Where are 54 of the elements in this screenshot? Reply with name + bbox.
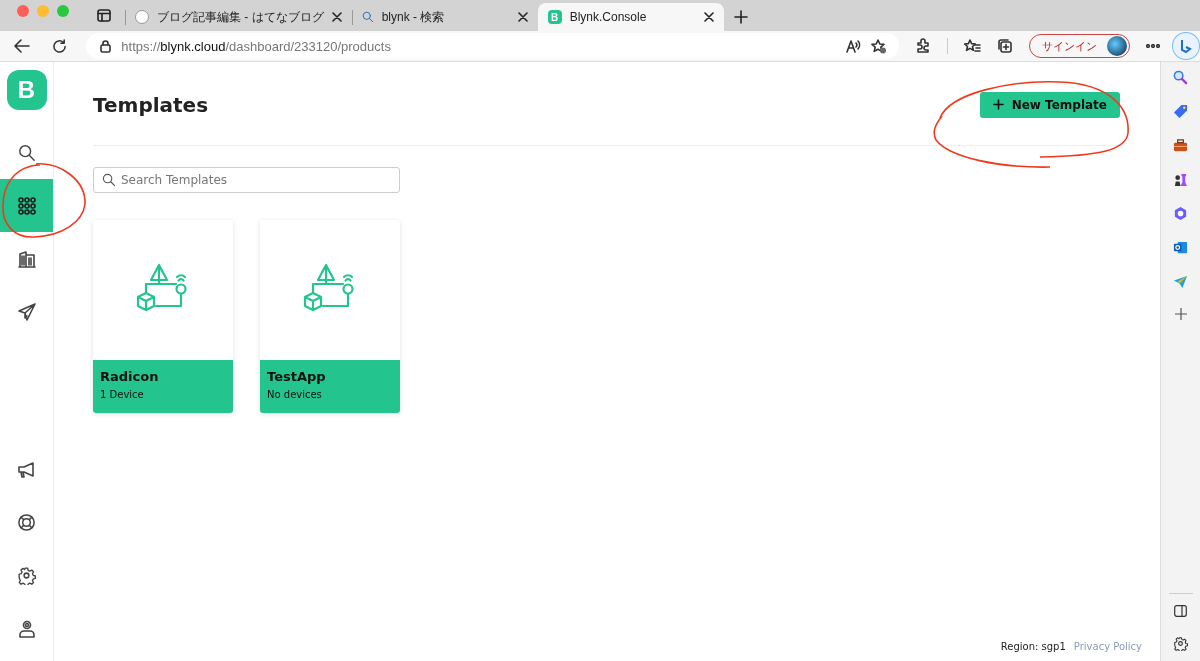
search-icon xyxy=(102,173,116,187)
building-icon xyxy=(17,249,36,268)
add-favorite-icon xyxy=(871,38,888,54)
plus-icon xyxy=(992,99,1004,110)
nav-item[interactable] xyxy=(0,179,53,232)
sidebar-panel-icon[interactable] xyxy=(1174,605,1187,617)
search-icon xyxy=(17,143,36,162)
browser-tab[interactable]: ブログ記事編集 - はてなブログ xyxy=(125,3,352,31)
megaphone-icon xyxy=(16,460,37,479)
more-icon xyxy=(1146,44,1161,48)
favorites-icon xyxy=(964,38,982,54)
add-icon[interactable] xyxy=(1174,308,1187,320)
toolbox-icon[interactable] xyxy=(1173,138,1188,153)
template-card[interactable]: TestApp No devices xyxy=(260,220,400,413)
extensions-icon xyxy=(915,38,932,54)
close-icon xyxy=(517,12,528,22)
avatar-icon xyxy=(1107,36,1128,56)
new-tab-icon xyxy=(733,10,748,24)
close-icon xyxy=(331,12,342,22)
site-favicon-icon: B xyxy=(547,10,562,24)
hexagon-app-icon[interactable] xyxy=(1173,206,1188,221)
new-template-button[interactable]: New Template xyxy=(979,91,1120,118)
copilot-icon[interactable] xyxy=(1172,32,1200,60)
browser-tab[interactable]: blynk - 検索 xyxy=(351,3,538,31)
read-aloud-icon xyxy=(846,39,862,53)
close-icon xyxy=(703,12,714,22)
back-icon xyxy=(13,39,30,53)
region-label: Region: sgp1 xyxy=(1000,641,1066,652)
gear-icon xyxy=(17,566,36,585)
template-name: Radicon xyxy=(100,369,160,384)
lifebuoy-icon xyxy=(17,513,36,532)
template-card[interactable]: Radicon 1 Device xyxy=(93,220,233,413)
search-icon xyxy=(361,11,374,23)
page-title: Templates xyxy=(93,92,209,117)
collections-icon xyxy=(997,38,1014,54)
paper-plane-icon[interactable] xyxy=(1173,274,1188,289)
address-bar[interactable]: https://blynk.cloud/dashboard/233120/products xyxy=(86,33,900,59)
search-field[interactable]: Search Templates xyxy=(93,167,400,193)
chess-pieces-icon[interactable] xyxy=(1173,172,1188,187)
search-icon[interactable] xyxy=(1173,70,1188,85)
mail-app-icon[interactable] xyxy=(1173,240,1188,255)
lock-icon xyxy=(100,39,112,53)
user-icon xyxy=(17,619,36,638)
grid-icon xyxy=(17,196,36,215)
reload-icon xyxy=(52,38,67,54)
settings-icon xyxy=(1173,636,1188,651)
paper-plane-icon xyxy=(16,301,37,322)
tag-icon[interactable] xyxy=(1173,104,1188,119)
sidebar-toggle-icon xyxy=(97,9,111,22)
template-name: TestApp xyxy=(267,369,327,384)
browser-tab[interactable]: B Blynk.Console xyxy=(537,3,724,31)
device-count: No devices xyxy=(267,389,323,400)
device-count: 1 Device xyxy=(100,389,145,400)
site-favicon-icon xyxy=(135,10,149,24)
